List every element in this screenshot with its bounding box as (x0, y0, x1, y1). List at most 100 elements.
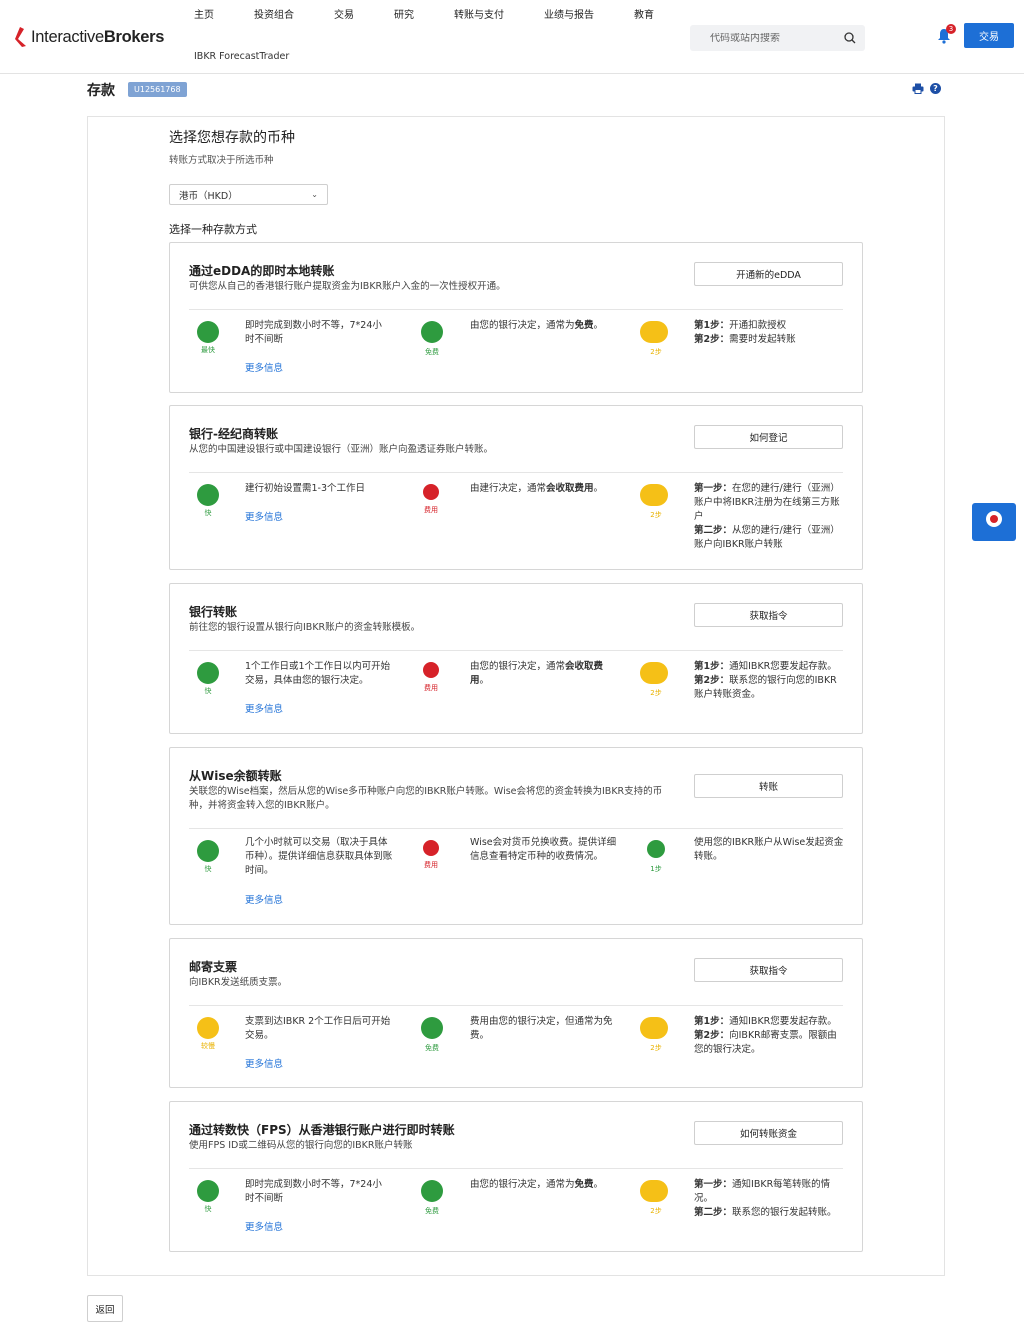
steps-text: 第1步：通知IBKR您要发起存款。 第2步：联系您的银行向您的IBKR账户转账资… (694, 661, 837, 700)
speed-label: 较慢 (201, 1042, 215, 1050)
back-button[interactable]: 返回 (87, 1295, 123, 1322)
how-to-register-button[interactable]: 如何登记 (694, 425, 843, 449)
nav-portfolio[interactable]: 投资组合 (254, 6, 294, 21)
currency-subheading: 转账方式取决于所选币种 (169, 155, 274, 166)
method-card-edda: 通过eDDA的即时本地转账 可供您从自己的香港银行账户提取资金为IBKR账户入金… (169, 242, 863, 393)
divider (189, 1168, 843, 1169)
nav-research[interactable]: 研究 (394, 6, 414, 21)
no-fee-icon (421, 1180, 443, 1202)
more-info-link[interactable]: 更多信息 (245, 1056, 283, 1070)
speedometer-icon (197, 662, 219, 684)
steps-label: 2步 (650, 1207, 662, 1215)
nav-home[interactable]: 主页 (194, 6, 214, 21)
fee-label: 免费 (425, 348, 439, 356)
method-description: 关联您的Wise档案，然后从您的Wise多币种账户向您的IBKR账户转账。Wis… (189, 786, 663, 811)
fee-text: 由您的银行决定，通常为免费。 (470, 320, 604, 331)
more-info-link[interactable]: 更多信息 (245, 509, 283, 523)
get-instructions-button[interactable]: 获取指令 (694, 603, 843, 627)
steps-text: 第一步：通知IBKR每笔转账的情况。 第二步：联系您的银行发起转账。 (694, 1179, 837, 1218)
fee-label: 费用 (424, 506, 438, 514)
steps-icon (640, 1180, 668, 1202)
help-icon[interactable]: ? (930, 83, 941, 94)
method-card-ccb: 银行-经纪商转账 从您的中国建设银行或中国建设银行（亚洲）账户向盈透证券账户转账… (169, 405, 863, 570)
steps-text: 第1步：开通扣款授权 第2步：需要时发起转账 (694, 320, 796, 345)
speed-label: 快 (204, 1205, 212, 1213)
account-badge: U12561768 (128, 82, 187, 97)
divider (189, 309, 843, 310)
notifications-button[interactable]: 3 (936, 24, 956, 44)
speed-text: 支票到达IBKR 2个工作日后可开始交易。 (245, 1016, 391, 1041)
speedometer-icon (197, 484, 219, 506)
fee-label: 免费 (425, 1044, 439, 1052)
more-info-link[interactable]: 更多信息 (245, 701, 283, 715)
nav-trade[interactable]: 交易 (334, 6, 354, 21)
steps-label: 2步 (650, 1044, 662, 1052)
fee-text: 由您的银行决定，通常为免费。 (470, 1179, 604, 1190)
divider (189, 1005, 843, 1006)
more-info-link[interactable]: 更多信息 (245, 360, 283, 374)
steps-label: 2步 (650, 348, 662, 356)
nav-education[interactable]: 教育 (634, 6, 654, 21)
chat-bubble-icon (986, 511, 1002, 527)
method-description: 向IBKR发送纸质支票。 (189, 977, 288, 988)
chevron-down-icon: ⌄ (311, 190, 318, 199)
method-heading: 选择一种存款方式 (169, 223, 257, 236)
notification-count-badge: 3 (946, 24, 956, 34)
fee-text: Wise会对货币兑换收费。提供详细信息查看特定币种的收费情况。 (470, 837, 617, 862)
steps-icon (640, 321, 668, 343)
speed-text: 建行初始设置需1-3个工作日 (245, 483, 366, 494)
speed-text: 1个工作日或1个工作日以内可开始交易，具体由您的银行决定。 (245, 661, 391, 686)
transfer-button[interactable]: 转账 (694, 774, 843, 798)
fee-text: 由您的银行决定，通常会收取费用。 (470, 661, 604, 686)
steps-icon (640, 1017, 668, 1039)
chat-widget-button[interactable] (972, 503, 1016, 541)
speedometer-icon (197, 840, 219, 862)
open-edda-button[interactable]: 开通新的eDDA (694, 262, 843, 286)
method-description: 前往您的银行设置从银行向IBKR账户的资金转账模板。 (189, 622, 421, 633)
get-instructions-button[interactable]: 获取指令 (694, 958, 843, 982)
divider (189, 472, 843, 473)
currency-select[interactable]: 港币（HKD） ⌄ (169, 184, 328, 205)
more-info-link[interactable]: 更多信息 (245, 892, 283, 906)
search-input[interactable] (710, 32, 830, 44)
more-info-link[interactable]: 更多信息 (245, 1219, 283, 1233)
currency-heading: 选择您想存款的币种 (169, 130, 295, 146)
divider (189, 650, 843, 651)
dollar-icon (423, 662, 439, 678)
speedometer-icon (197, 1017, 219, 1039)
steps-text: 第一步：在您的建行/建行（亚洲）账户中将IBKR注册为在线第三方账户 第二步：从… (694, 483, 840, 550)
steps-text: 使用您的IBKR账户从Wise发起资金转账。 (694, 837, 844, 862)
steps-label: 2步 (650, 511, 662, 519)
speed-text: 即时完成到数小时不等，7*24小时不间断 (245, 320, 382, 345)
search-icon[interactable] (844, 32, 856, 44)
print-icon[interactable] (912, 83, 924, 94)
nav-performance[interactable]: 业绩与报告 (544, 6, 594, 21)
dollar-icon (423, 840, 439, 856)
page-title: 存款 (87, 83, 115, 99)
method-card-fps: 通过转数快（FPS）从香港银行账户进行即时转账 使用FPS ID或二维码从您的银… (169, 1101, 863, 1252)
steps-icon (640, 662, 668, 684)
trade-button[interactable]: 交易 (964, 23, 1014, 48)
method-title: 邮寄支票 (189, 960, 238, 974)
nav-transfer[interactable]: 转账与支付 (454, 6, 504, 21)
speed-label: 快 (204, 509, 212, 517)
ibkr-logo[interactable]: InteractiveBrokers (14, 26, 164, 48)
speedometer-icon (197, 1180, 219, 1202)
main-nav: 主页 投资组合 交易 研究 转账与支付 业绩与报告 教育 (194, 6, 654, 21)
search-box (690, 25, 865, 51)
method-card-wire: 银行转账 前往您的银行设置从银行向IBKR账户的资金转账模板。 获取指令 快 1… (169, 583, 863, 734)
no-fee-icon (421, 321, 443, 343)
steps-label: 1步 (650, 865, 662, 873)
method-description: 从您的中国建设银行或中国建设银行（亚洲）账户向盈透证券账户转账。 (189, 444, 494, 455)
fee-label: 费用 (424, 684, 438, 692)
currency-select-value: 港币（HKD） (179, 190, 238, 202)
method-card-wise: 从Wise余额转账 关联您的Wise档案，然后从您的Wise多币种账户向您的IB… (169, 747, 863, 925)
forecast-trader-link[interactable]: IBKR ForecastTrader (194, 51, 289, 62)
method-description: 使用FPS ID或二维码从您的银行向您的IBKR账户转账 (189, 1140, 413, 1151)
ibkr-logo-icon (15, 27, 26, 47)
how-to-transfer-button[interactable]: 如何转账资金 (694, 1121, 843, 1145)
steps-label: 2步 (650, 689, 662, 697)
no-fee-icon (421, 1017, 443, 1039)
method-title: 从Wise余额转账 (189, 769, 282, 783)
speed-text: 几个小时就可以交易（取决于具体币种）。提供详细信息获取具体到账时间。 (245, 837, 393, 876)
